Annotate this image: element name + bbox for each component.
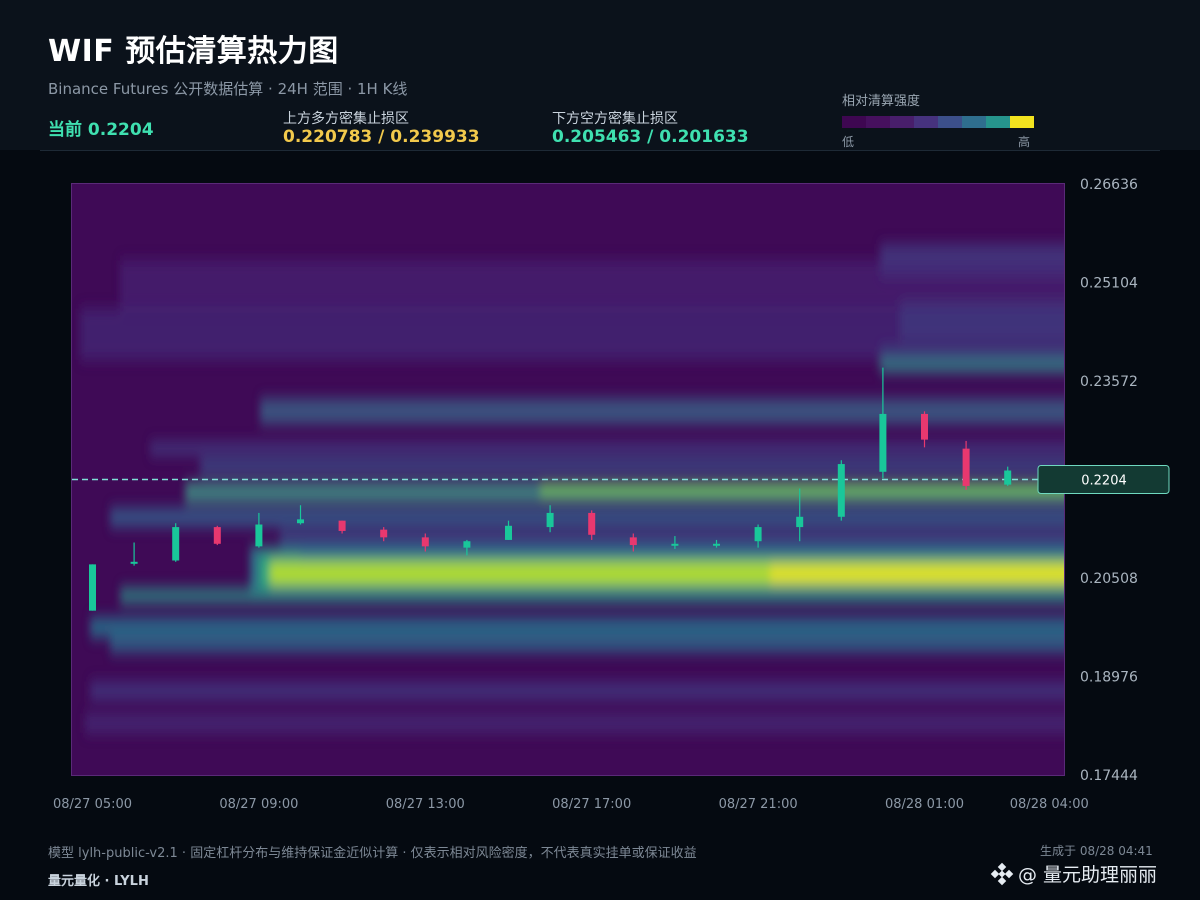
binance-logo-icon (990, 862, 1014, 885)
candle (213, 525, 221, 546)
y-tick-label: 0.20508 (1080, 571, 1138, 587)
candle-body (962, 448, 970, 486)
candle-body (380, 529, 388, 538)
heat-band (200, 458, 1064, 475)
candle-body (1004, 470, 1012, 485)
y-tick-label: 0.23572 (1080, 374, 1138, 390)
heat-band (90, 617, 1064, 638)
heat-band (80, 308, 1064, 360)
watermark: @ 量元助理丽丽 (990, 860, 1157, 887)
generated-timestamp: 生成于 08/28 04:41 (1040, 844, 1153, 858)
candle-body (671, 543, 679, 546)
candle-body (338, 520, 346, 531)
x-tick-label: 08/27 17:00 (552, 797, 631, 812)
candle-body (546, 512, 554, 528)
heat-band (300, 546, 1064, 560)
x-tick-label: 08/27 13:00 (386, 797, 465, 812)
candle-body (421, 537, 429, 547)
heat-band (120, 260, 1064, 312)
heat-band (120, 587, 1064, 605)
heat-band (260, 398, 1064, 425)
candle-body (837, 464, 845, 517)
candle-body (754, 527, 762, 542)
heat-band (540, 484, 1064, 497)
heat-band (110, 636, 1064, 654)
candle (837, 460, 845, 521)
heat-band (150, 442, 1064, 456)
candle (89, 564, 96, 611)
candle-body (130, 561, 138, 564)
candle-body (713, 543, 720, 546)
candle-body (921, 413, 928, 440)
watermark-text: @ 量元助理丽丽 (1018, 864, 1158, 886)
candle-body (796, 516, 804, 528)
x-tick-label: 08/28 01:00 (885, 797, 964, 812)
x-tick-label: 08/28 04:00 (1010, 797, 1089, 812)
candle-body (588, 512, 596, 535)
footer-note: 模型 lylh-public-v2.1 · 固定杠杆分布与维持保证金近似计算 ·… (48, 846, 697, 861)
y-tick-label: 0.17444 (1080, 768, 1138, 784)
x-tick-label: 08/27 05:00 (53, 797, 132, 812)
y-tick-label: 0.18976 (1080, 670, 1138, 686)
heat-band (90, 681, 1064, 701)
candle-body (172, 527, 180, 561)
heatmap-chart: 0.2204 0.26636 0.25104 0.23572 0.20508 0.189… (53, 177, 1170, 812)
candle-body (463, 541, 471, 548)
footer-brand: 量元量化 · LYLH (48, 874, 149, 889)
y-tick-label: 0.25104 (1080, 276, 1138, 292)
x-tick-label: 08/27 21:00 (719, 797, 798, 812)
candle-body (255, 524, 263, 547)
y-tick-label: 0.26636 (1080, 177, 1138, 193)
candle-body (505, 525, 512, 540)
heat-band (85, 713, 1064, 733)
candle-body (879, 413, 887, 472)
candle-body (89, 564, 96, 611)
x-tick-label: 08/27 09:00 (219, 797, 298, 812)
candle-body (297, 519, 304, 524)
x-axis: 08/27 05:00 08/27 09:00 08/27 13:00 08/27 1… (53, 797, 1089, 812)
candle-body (213, 527, 221, 544)
heat-band (770, 565, 1064, 584)
candle (172, 523, 180, 562)
current-price-tag-label: 0.2204 (1081, 474, 1127, 489)
candle-body (629, 537, 637, 546)
